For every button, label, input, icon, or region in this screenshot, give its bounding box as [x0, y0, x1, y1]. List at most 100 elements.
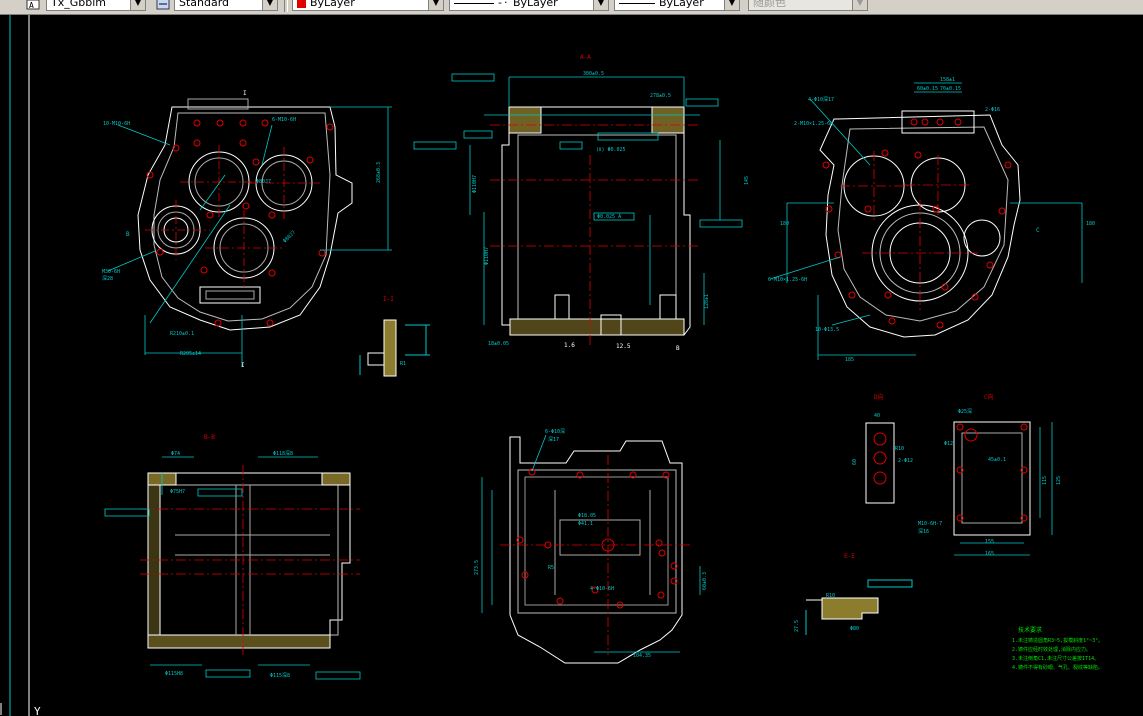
svg-text:Φ115深8: Φ115深8 [270, 672, 290, 679]
section-bb [147, 472, 351, 649]
ucs-label: Y [34, 705, 41, 716]
section-aa-centerlines [490, 124, 700, 345]
section-title-bb: B-B [204, 434, 215, 441]
svg-text:R10: R10 [895, 446, 904, 452]
svg-text:185: 185 [845, 357, 854, 363]
roughness-symbols: 1.6 12.5 B [564, 342, 680, 352]
section-title-ee: E-E [844, 553, 855, 560]
section-title-ii: I-I [383, 296, 394, 303]
svg-text:40: 40 [874, 413, 880, 419]
chevron-down-icon[interactable]: ▼ [593, 0, 608, 10]
svg-text:128±1: 128±1 [704, 294, 710, 309]
linetype-sample-icon [454, 2, 494, 4]
section-ee: 27.5 Φ80 R10 [794, 579, 913, 635]
drawing-canvas[interactable]: Y 10-M10-6H 6-M10-6H M30-6H 深28 R210±0.1… [0, 15, 1143, 716]
svg-text:104.35: 104.35 [633, 653, 651, 659]
view-title-d: D向 [874, 393, 884, 401]
note-line: 2.铸件应经时效处理,消除内应力。 [1012, 646, 1091, 653]
tech-notes: 技术要求 1.未注铸造圆角R3~5,拔模斜度1°~3°。 2.铸件应经时效处理,… [1012, 626, 1103, 671]
color-swatch-icon [297, 0, 306, 8]
svg-text:Φ0.025 A: Φ0.025 A [597, 214, 621, 220]
front-view-holes [146, 119, 334, 327]
svg-text:Φ110H7: Φ110H7 [484, 247, 490, 265]
plotstyle-combo: 随颜色 ▼ [748, 0, 868, 11]
svg-text:268±0.3: 268±0.3 [376, 162, 382, 183]
svg-text:A: A [29, 1, 34, 10]
view-marker: I [241, 362, 245, 369]
svg-text:Φ118深8: Φ118深8 [273, 450, 293, 457]
svg-text:1.6: 1.6 [564, 342, 575, 349]
svg-text:4-Φ10深17: 4-Φ10深17 [808, 96, 834, 103]
top-view-d [509, 436, 683, 664]
detail-c-holes [956, 423, 1028, 522]
svg-text:278±0.5: 278±0.5 [650, 93, 671, 99]
color-combo[interactable]: ByLayer ▼ [292, 0, 444, 11]
plotstyle-value: 随颜色 [753, 0, 786, 9]
svg-text:R210±0.1: R210±0.1 [170, 331, 194, 337]
svg-text:深16: 深16 [918, 528, 929, 535]
chevron-down-icon[interactable]: ▼ [262, 0, 277, 10]
chevron-down-icon[interactable]: ▼ [130, 0, 145, 10]
svg-text:18±0.05: 18±0.05 [488, 341, 509, 347]
svg-text:165: 165 [985, 551, 994, 557]
properties-toolbar: A Tx_Gbbim ▼ Standard ▼ ByLayer ▼ -· ByL… [0, 0, 1143, 15]
svg-text:6-M10-6H: 6-M10-6H [272, 117, 296, 123]
detail-c [953, 421, 1031, 536]
svg-text:深17: 深17 [548, 436, 559, 443]
linetype-combo[interactable]: -· ByLayer ▼ [449, 0, 609, 11]
svg-text:Φ41.1: Φ41.1 [578, 521, 593, 527]
text-style-icon[interactable]: A [26, 0, 40, 10]
svg-text:R205±14: R205±14 [180, 351, 201, 357]
text-style-value: Tx_Gbbim [51, 0, 106, 9]
svg-text:R1: R1 [400, 361, 406, 367]
toolbar-separator [284, 0, 288, 12]
note-line: 4.铸件不得有砂眼、气孔、裂纹等缺陷。 [1012, 664, 1103, 671]
top-view-dims [481, 434, 701, 653]
svg-text:4-Φ10-6H: 4-Φ10-6H [590, 586, 614, 592]
dim-style-value: Standard [179, 0, 230, 9]
linetype-value: ByLayer [512, 0, 558, 9]
svg-text:M30-6H: M30-6H [102, 269, 120, 275]
svg-text:Φ115H8: Φ115H8 [165, 671, 183, 677]
svg-text:Φ80J7: Φ80J7 [282, 230, 297, 245]
svg-text:M10-6H-7: M10-6H-7 [918, 521, 942, 527]
svg-text:B: B [676, 345, 680, 352]
svg-text:10-M10-6H: 10-M10-6H [103, 121, 130, 127]
section-aa [501, 106, 691, 336]
svg-text:60: 60 [852, 459, 858, 465]
note-line: 3.未注倒角C1,未注尺寸公差按IT14。 [1012, 655, 1099, 662]
svg-text:Φ25深: Φ25深 [958, 408, 972, 415]
note-line: 1.未注铸造圆角R3~5,拔模斜度1°~3°。 [1012, 637, 1103, 644]
svg-text:6-M10×1.25-6H: 6-M10×1.25-6H [768, 277, 807, 283]
dim-style-icon[interactable] [156, 0, 170, 10]
svg-text:2-Φ16: 2-Φ16 [985, 107, 1000, 113]
svg-text:125: 125 [1056, 476, 1062, 485]
svg-text:180: 180 [780, 221, 789, 227]
side-view-dim-text: 158±1 60±0.15 70±0.15 4-Φ10深17 2-M10×1.2… [768, 77, 1095, 363]
svg-text:70±0.15: 70±0.15 [940, 86, 961, 92]
chevron-down-icon[interactable]: ▼ [428, 0, 443, 10]
svg-text:Φ75H7: Φ75H7 [170, 489, 185, 495]
svg-text:27.5: 27.5 [794, 620, 800, 632]
svg-text:115: 115 [1042, 476, 1048, 485]
detail-d-text: 40 R10 2-Φ12 60 [852, 413, 913, 465]
svg-text:R5: R5 [548, 565, 554, 571]
lineweight-combo[interactable]: ByLayer ▼ [614, 0, 740, 11]
section-title-aa: A-A [580, 54, 591, 61]
color-value: ByLayer [310, 0, 355, 9]
svg-text:12.5: 12.5 [616, 343, 631, 350]
svg-text:145: 145 [744, 176, 750, 185]
svg-text:Φ74: Φ74 [171, 451, 180, 457]
svg-text:2-M10×1.25-6H: 2-M10×1.25-6H [794, 121, 833, 127]
view-title-c: C向 [984, 393, 994, 401]
text-style-combo[interactable]: Tx_Gbbim ▼ [46, 0, 146, 11]
svg-text:60±0.15: 60±0.15 [917, 86, 938, 92]
front-view [137, 98, 353, 331]
dim-style-combo[interactable]: Standard ▼ [174, 0, 278, 11]
svg-text:45±0.1: 45±0.1 [988, 457, 1006, 463]
side-view-centerlines [840, 151, 978, 310]
section-ii: R1 [359, 319, 430, 377]
detail-d [865, 422, 895, 504]
chevron-down-icon[interactable]: ▼ [724, 0, 739, 10]
svg-text:(Ⅱ) Φ0.025: (Ⅱ) Φ0.025 [596, 147, 626, 153]
